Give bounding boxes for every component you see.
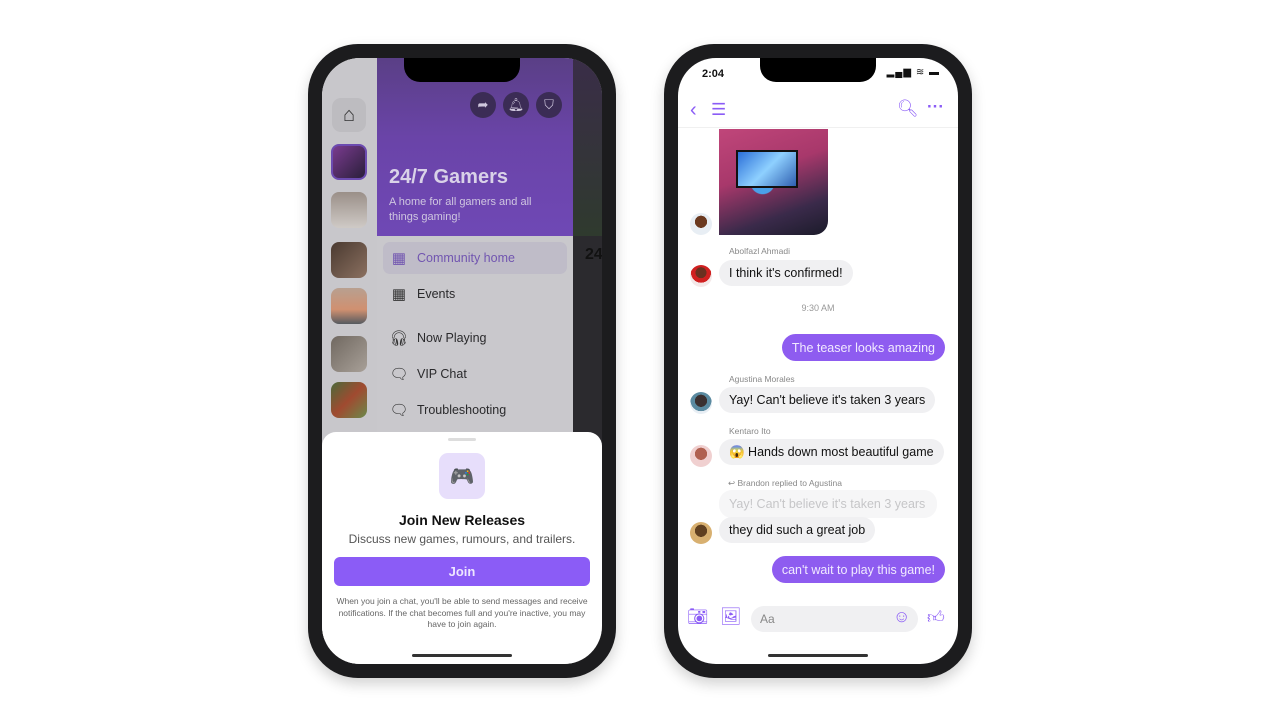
gallery-icon[interactable]: 🖼︎ — [720, 607, 742, 627]
sheet-title: Join New Releases — [398, 512, 526, 528]
share-icon[interactable]: ➦ — [470, 92, 496, 118]
thumbs-up-icon[interactable]: 👍︎ — [927, 607, 945, 628]
avatar[interactable] — [690, 445, 712, 467]
join-chat-sheet: 🎮 Join New Releases Discuss new games, r… — [322, 432, 602, 664]
message-bubble[interactable]: Yay! Can't believe it's taken 3 years — [719, 387, 936, 413]
chat-screen: 2:04 ▂▄▆ ≋ ▬ ‹ ☰ 🔍︎ ··· Abolfazl Ahmadi … — [678, 58, 958, 664]
message-bubble[interactable]: 😱 Hands down most beautiful game — [719, 439, 944, 465]
join-fine-print: When you join a chat, you'll be able to … — [336, 596, 588, 629]
status-icons: ▂▄▆ ≋ ▬ — [886, 67, 940, 78]
menu-item-label: Now Playing — [417, 331, 487, 345]
sender-name: Agustina Morales — [729, 374, 795, 384]
menu-icon[interactable]: ☰ — [711, 100, 726, 120]
sender-name: Abolfazl Ahmadi — [729, 246, 790, 256]
notch — [404, 58, 520, 82]
sender-name: Kentaro Ito — [729, 426, 771, 436]
avatar[interactable] — [690, 265, 712, 287]
avatar[interactable] — [690, 213, 712, 235]
search-icon[interactable]: 🔍︎ — [897, 99, 919, 119]
sheet-subtitle: Discuss new games, rumours, and trailers… — [348, 532, 576, 546]
community-thumb[interactable] — [331, 336, 367, 372]
home-indicator — [768, 654, 868, 657]
partial-title: 24 — [585, 246, 602, 263]
notch — [760, 58, 876, 82]
reply-label: ↩ Brandon replied to Agustina — [728, 478, 842, 488]
camera-icon[interactable]: 📷︎ — [687, 607, 709, 627]
more-icon[interactable]: ··· — [927, 97, 944, 117]
chat-top-bar: ‹ ☰ 🔍︎ ··· — [678, 94, 958, 128]
menu-item-troubleshooting[interactable]: 🗨︎ Troubleshooting — [383, 394, 567, 426]
community-home-icon: ▦ — [391, 250, 407, 267]
game-controller-icon: 🎮 — [439, 453, 485, 499]
menu-item-label: Troubleshooting — [417, 403, 507, 417]
message-bubble-outgoing[interactable]: The teaser looks amazing — [781, 334, 945, 361]
menu-item-label: VIP Chat — [417, 367, 467, 381]
locked-chat-icon: 🗨︎ — [389, 366, 409, 383]
community-thumb[interactable] — [331, 242, 367, 278]
menu-item-events[interactable]: ▦ Events — [383, 278, 567, 310]
home-indicator — [412, 654, 512, 657]
calendar-icon: ▦ — [391, 286, 407, 303]
right-phone: 2:04 ▂▄▆ ≋ ▬ ‹ ☰ 🔍︎ ··· Abolfazl Ahmadi … — [664, 44, 972, 678]
avatar[interactable] — [690, 392, 712, 414]
status-time: 2:04 — [702, 68, 725, 80]
bell-icon[interactable]: 🔔︎ — [503, 92, 529, 118]
message-bubble-outgoing[interactable]: can't wait to play this game! — [771, 556, 945, 583]
sheet-grabber[interactable] — [448, 438, 476, 441]
message-bubble[interactable]: I think it's confirmed! — [719, 260, 853, 286]
timestamp: 9:30 AM — [801, 303, 835, 313]
community-title: 24/7 Gamers — [389, 166, 508, 188]
home-icon[interactable]: ⌂ — [332, 98, 366, 132]
menu-item-label: Community home — [417, 251, 515, 265]
menu-item-now-playing[interactable]: 🎧︎ Now Playing — [383, 322, 567, 354]
background-image — [573, 58, 602, 236]
avatar[interactable] — [690, 522, 712, 544]
community-screen: ⌂ ➦ 🔔︎ ⛉ 24/7 Gamers A home for all game… — [322, 58, 602, 664]
menu-item-community-home[interactable]: ▦ Community home — [383, 242, 567, 274]
message-bubble[interactable]: they did such a great job — [719, 517, 876, 543]
community-thumb[interactable] — [331, 382, 367, 418]
community-thumb[interactable] — [331, 192, 367, 228]
chat-clock-icon: 🗨︎ — [389, 402, 409, 419]
join-button[interactable]: Join — [334, 557, 590, 586]
shield-icon[interactable]: ⛉ — [536, 92, 562, 118]
menu-item-label: Events — [417, 287, 456, 301]
community-thumb[interactable] — [331, 288, 367, 324]
left-phone: ⌂ ➦ 🔔︎ ⛉ 24/7 Gamers A home for all game… — [308, 44, 616, 678]
photo-monitor — [736, 150, 798, 188]
menu-item-vip-chat[interactable]: 🗨︎ VIP Chat — [383, 358, 567, 390]
community-thumb[interactable] — [331, 144, 367, 180]
quoted-message[interactable]: Yay! Can't believe it's taken 3 years — [719, 490, 937, 518]
audio-channel-icon: 🎧︎ — [389, 330, 409, 347]
community-header: ➦ 🔔︎ ⛉ 24/7 Gamers A home for all gamers… — [377, 58, 573, 236]
emoji-icon[interactable]: ☺ — [893, 607, 910, 627]
back-icon[interactable]: ‹ — [690, 99, 697, 122]
message-composer: 📷︎ 🖼︎ Aa ☺ 👍︎ — [678, 604, 958, 634]
community-subtitle: A home for all gamers and all things gam… — [389, 196, 532, 223]
